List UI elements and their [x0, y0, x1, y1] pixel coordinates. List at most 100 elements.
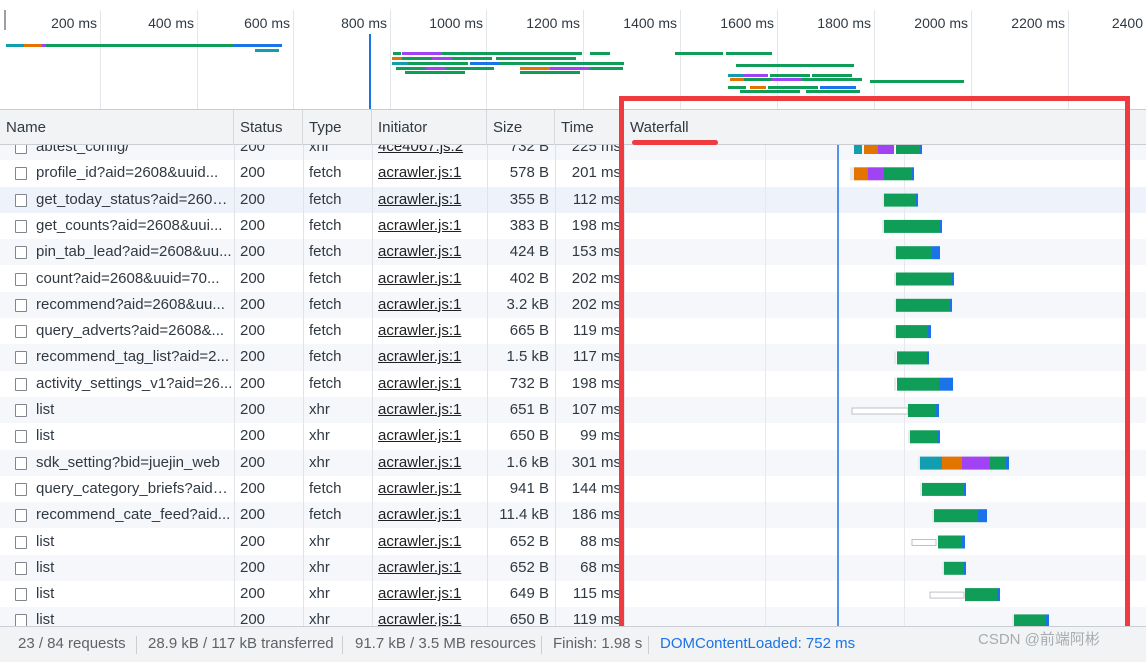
waterfall-bar-segment[interactable]	[962, 456, 990, 470]
waterfall-bar-segment[interactable]	[932, 246, 940, 260]
row-checkbox[interactable]	[15, 325, 27, 339]
row-checkbox[interactable]	[15, 430, 27, 444]
waterfall-bar-segment[interactable]	[990, 456, 1006, 470]
column-header-time[interactable]: Time	[555, 110, 624, 145]
overview-left-handle[interactable]	[4, 10, 6, 30]
request-initiator-link[interactable]: acrawler.js:1	[372, 187, 487, 213]
waterfall-bar-segment[interactable]	[1006, 456, 1009, 470]
request-initiator-link[interactable]: acrawler.js:1	[372, 266, 487, 292]
waterfall-bar-segment[interactable]	[964, 482, 966, 496]
waterfall-bar-segment[interactable]	[854, 167, 868, 181]
row-checkbox[interactable]	[15, 272, 27, 286]
waterfall-bar-segment[interactable]	[922, 482, 964, 496]
row-checkbox[interactable]	[15, 193, 27, 207]
request-initiator-link[interactable]: acrawler.js:1	[372, 607, 487, 626]
request-initiator-link[interactable]: acrawler.js:1	[372, 318, 487, 344]
waterfall-bar-segment[interactable]	[912, 167, 914, 181]
waterfall-bar-segment[interactable]	[934, 509, 978, 523]
waterfall-bar-segment[interactable]	[894, 246, 896, 260]
waterfall-bar-segment[interactable]	[882, 219, 884, 233]
waterfall-bar-segment[interactable]	[897, 377, 939, 391]
waterfall-bar-segment[interactable]	[854, 145, 862, 154]
column-divider[interactable]	[303, 145, 304, 626]
waterfall-bar-segment[interactable]	[884, 193, 916, 207]
row-checkbox[interactable]	[15, 404, 27, 417]
waterfall-bar-segment[interactable]	[864, 145, 878, 154]
waterfall-bar-segment[interactable]	[910, 430, 938, 444]
request-initiator-link[interactable]: acrawler.js:1	[372, 239, 487, 265]
waterfall-bar-segment[interactable]	[936, 404, 939, 417]
request-initiator-link[interactable]: acrawler.js:1	[372, 423, 487, 449]
waterfall-bar-segment[interactable]	[884, 167, 912, 181]
row-checkbox[interactable]	[15, 219, 27, 233]
column-divider[interactable]	[372, 145, 373, 626]
column-header-size[interactable]: Size	[487, 110, 555, 145]
request-initiator-link[interactable]: 4ce4067.js:2	[372, 145, 487, 160]
row-checkbox[interactable]	[15, 246, 27, 260]
column-header-initiator[interactable]: Initiator	[372, 110, 487, 145]
waterfall-bar-segment[interactable]	[911, 539, 937, 546]
waterfall-bar-segment[interactable]	[940, 219, 942, 233]
waterfall-bar-segment[interactable]	[896, 145, 920, 154]
request-initiator-link[interactable]: acrawler.js:1	[372, 555, 487, 581]
waterfall-bar-segment[interactable]	[894, 351, 896, 365]
waterfall-bar-segment[interactable]	[920, 482, 922, 496]
row-checkbox[interactable]	[15, 588, 27, 602]
waterfall-bar-segment[interactable]	[894, 298, 896, 312]
row-checkbox[interactable]	[15, 614, 27, 626]
request-initiator-link[interactable]: acrawler.js:1	[372, 581, 487, 607]
request-initiator-link[interactable]: acrawler.js:1	[372, 529, 487, 555]
waterfall-bar-segment[interactable]	[920, 456, 942, 470]
waterfall-bar-segment[interactable]	[896, 325, 928, 339]
waterfall-bar-segment[interactable]	[932, 509, 934, 523]
waterfall-bar-segment[interactable]	[997, 588, 1000, 602]
waterfall-bar-segment[interactable]	[927, 351, 929, 365]
row-checkbox[interactable]	[15, 482, 27, 496]
row-checkbox[interactable]	[15, 509, 27, 523]
waterfall-bar-segment[interactable]	[1046, 614, 1049, 626]
request-initiator-link[interactable]: acrawler.js:1	[372, 213, 487, 239]
waterfall-bar-segment[interactable]	[918, 456, 920, 470]
request-initiator-link[interactable]: acrawler.js:1	[372, 371, 487, 397]
column-divider[interactable]	[234, 145, 235, 626]
row-checkbox[interactable]	[15, 377, 27, 391]
waterfall-bar-segment[interactable]	[850, 167, 854, 181]
waterfall-bar-segment[interactable]	[938, 535, 962, 549]
column-divider[interactable]	[487, 145, 488, 626]
column-divider[interactable]	[555, 145, 556, 626]
waterfall-bar-segment[interactable]	[928, 325, 931, 339]
waterfall-bar-segment[interactable]	[952, 272, 954, 286]
row-checkbox[interactable]	[15, 167, 27, 181]
waterfall-bar-segment[interactable]	[894, 272, 896, 286]
waterfall-bar-segment[interactable]	[908, 404, 936, 417]
waterfall-bar-segment[interactable]	[920, 145, 922, 154]
row-checkbox[interactable]	[15, 535, 27, 549]
waterfall-bar-segment[interactable]	[894, 325, 896, 339]
row-checkbox[interactable]	[15, 298, 27, 312]
waterfall-bar-segment[interactable]	[851, 407, 909, 415]
request-initiator-link[interactable]: acrawler.js:1	[372, 344, 487, 370]
waterfall-bar-segment[interactable]	[896, 246, 932, 260]
row-checkbox[interactable]	[15, 456, 27, 470]
request-initiator-link[interactable]: acrawler.js:1	[372, 160, 487, 186]
waterfall-bar-segment[interactable]	[939, 377, 953, 391]
waterfall-bar-segment[interactable]	[916, 193, 918, 207]
waterfall-bar-segment[interactable]	[929, 591, 965, 599]
waterfall-bar-segment[interactable]	[897, 351, 927, 365]
waterfall-bar-segment[interactable]	[950, 298, 952, 312]
waterfall-bar-segment[interactable]	[944, 561, 964, 575]
waterfall-bar-segment[interactable]	[978, 509, 987, 523]
waterfall-bar-segment[interactable]	[878, 145, 894, 154]
waterfall-bar-segment[interactable]	[942, 456, 962, 470]
row-checkbox[interactable]	[15, 145, 27, 154]
request-initiator-link[interactable]: acrawler.js:1	[372, 502, 487, 528]
waterfall-bar-segment[interactable]	[884, 219, 940, 233]
request-initiator-link[interactable]: acrawler.js:1	[372, 450, 487, 476]
request-initiator-link[interactable]: acrawler.js:1	[372, 292, 487, 318]
waterfall-bar-segment[interactable]	[894, 377, 896, 391]
waterfall-bar-segment[interactable]	[896, 298, 950, 312]
request-initiator-link[interactable]: acrawler.js:1	[372, 476, 487, 502]
row-checkbox[interactable]	[15, 351, 27, 365]
waterfall-bar-segment[interactable]	[1012, 614, 1014, 626]
waterfall-bar-segment[interactable]	[965, 588, 997, 602]
